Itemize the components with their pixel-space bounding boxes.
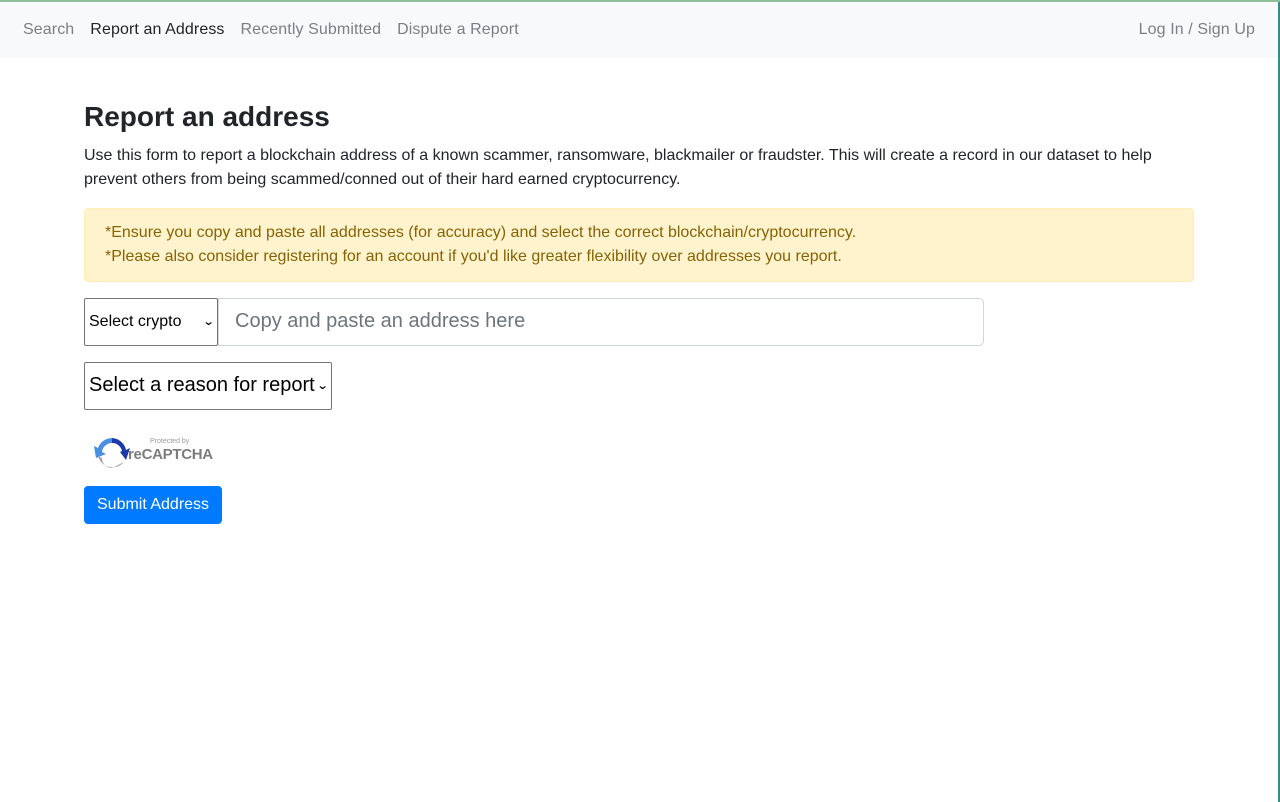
- recaptcha-badge[interactable]: Protected by reCAPTCHA: [92, 434, 1194, 472]
- crypto-select-value: Select crypto: [89, 312, 182, 330]
- address-input-group: Select crypto ⌄: [84, 297, 1194, 346]
- main-content: Report an address Use this form to repor…: [84, 100, 1194, 524]
- nav-links: Search Report an Address Recently Submit…: [23, 21, 535, 39]
- address-input[interactable]: [218, 297, 984, 346]
- nav-link-report-address[interactable]: Report an Address: [90, 21, 224, 39]
- reason-select-value: Select a reason for report: [89, 374, 315, 397]
- submit-address-button[interactable]: Submit Address: [84, 485, 223, 524]
- page-title: Report an address: [84, 101, 330, 132]
- recaptcha-brand: reCAPTCHA: [128, 445, 213, 463]
- reason-select[interactable]: Select a reason for report ⌄: [84, 361, 332, 410]
- nav-link-recently-submitted[interactable]: Recently Submitted: [241, 21, 382, 39]
- login-signup-link[interactable]: Log In / Sign Up: [1139, 21, 1255, 38]
- navbar: Search Report an Address Recently Submit…: [0, 2, 1280, 58]
- nav-link-search[interactable]: Search: [23, 21, 74, 39]
- nav-auth: Log In / Sign Up: [1139, 21, 1255, 39]
- alert-line: *Ensure you copy and paste all addresses…: [105, 223, 857, 241]
- page-description: Use this form to report a blockchain add…: [84, 146, 1152, 188]
- alert-line: *Please also consider registering for an…: [105, 247, 842, 265]
- warning-alert: *Ensure you copy and paste all addresses…: [84, 207, 1194, 282]
- chevron-down-icon: ⌄: [202, 316, 215, 329]
- crypto-select[interactable]: Select crypto ⌄: [84, 297, 218, 346]
- chevron-down-icon: ⌄: [316, 380, 329, 393]
- nav-link-dispute-report[interactable]: Dispute a Report: [397, 21, 519, 39]
- recaptcha-small-text: Protected by: [150, 437, 190, 445]
- recaptcha-logo-icon: [94, 437, 130, 468]
